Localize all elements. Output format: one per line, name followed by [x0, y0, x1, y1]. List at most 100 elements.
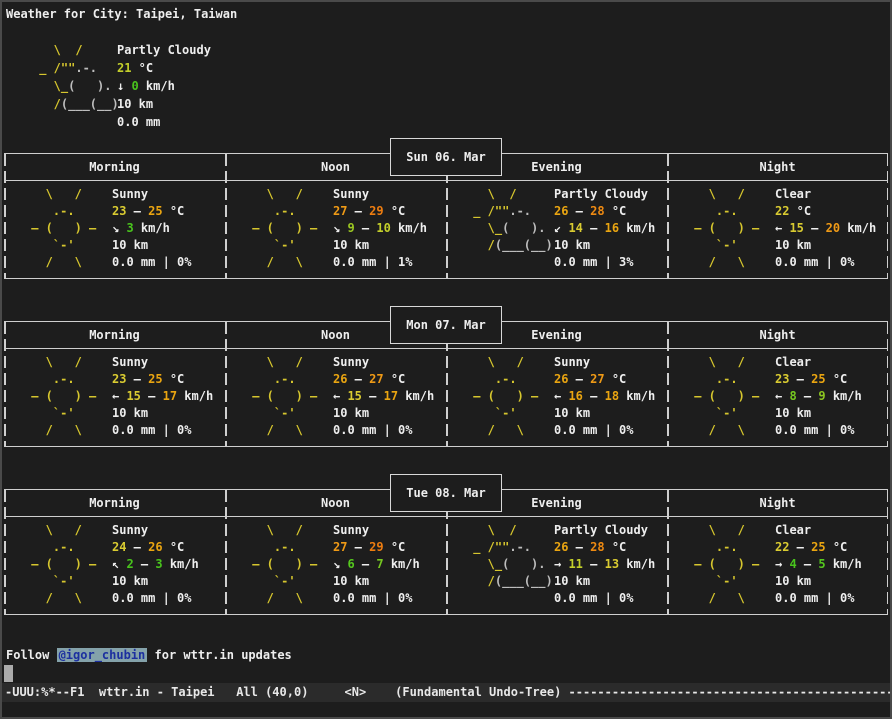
- forecast-cell-evening: \ / _ /"".-. \_( ). /(___(__) Partly Clo…: [446, 517, 667, 614]
- text-segment: Clear: [775, 523, 811, 537]
- text-segment: –: [126, 204, 148, 218]
- text-segment: .-.: [245, 204, 296, 218]
- twitter-handle[interactable]: @igor_chubin: [57, 648, 148, 662]
- sunny-icon: \ / .-. ― ( ) ― `-' / \: [245, 186, 333, 271]
- text-segment: ― ( ) ―: [245, 389, 317, 403]
- text-segment: / \: [687, 255, 745, 269]
- text-segment: Partly Cloudy: [554, 187, 648, 201]
- text-segment: _ /"": [32, 61, 75, 75]
- sunny-icon: \ / .-. ― ( ) ― `-' / \: [245, 354, 333, 439]
- partly-cloudy-icon: \ / _ /"".-. \_( ). /(___(__): [466, 186, 554, 271]
- text-segment: Sunny: [112, 355, 148, 369]
- text-segment: –: [797, 557, 819, 571]
- text-segment: \ /: [24, 187, 82, 201]
- text-segment: 9: [818, 389, 825, 403]
- detail-line: ↘ 6 – 7 km/h: [333, 556, 420, 573]
- text-segment: 17: [163, 389, 177, 403]
- text-segment: –: [141, 389, 163, 403]
- text-segment: ― ( ) ―: [687, 389, 759, 403]
- weather-details: Sunny26 – 27 °C← 16 – 18 km/h10 km0.0 mm…: [554, 354, 655, 439]
- text-segment: –: [789, 540, 811, 554]
- text-segment: .-.: [24, 540, 75, 554]
- emacs-modeline: -UUU:%*--F1 wttr.in - Taipei All (40,0) …: [2, 683, 890, 702]
- text-segment: / \: [687, 591, 745, 605]
- text-segment: ( ).: [502, 557, 545, 571]
- text-segment: Clear: [775, 187, 811, 201]
- detail-line: Clear: [775, 186, 876, 203]
- text-segment: 26: [333, 372, 347, 386]
- date-label: Tue 08. Mar: [406, 486, 485, 500]
- text-segment: .-.: [24, 372, 75, 386]
- detail-line: Sunny: [333, 354, 434, 371]
- detail-line: 0.0 mm | 0%: [333, 422, 434, 439]
- detail-line: Partly Cloudy: [554, 186, 655, 203]
- forecast-days: Sun 06. Mar MorningNoonEveningNight \ / …: [4, 138, 888, 615]
- text-segment: \_: [466, 221, 502, 235]
- text-segment: ― ( ) ―: [24, 557, 96, 571]
- forecast-cell-evening: \ / .-. ― ( ) ― `-' / \Sunny26 – 27 °C← …: [446, 349, 667, 446]
- text-segment: →: [775, 557, 789, 571]
- detail-line: 10 km: [775, 237, 876, 254]
- sunny-icon: \ / .-. ― ( ) ― `-' / \: [687, 522, 775, 607]
- text-segment: 20: [826, 221, 840, 235]
- partly-cloudy-icon: \ / _ /"".-. \_( ). /(___(__): [32, 41, 117, 131]
- text-segment: 15: [789, 221, 803, 235]
- text-segment: /: [32, 97, 61, 111]
- forecast-cell-night: \ / .-. ― ( ) ― `-' / \Clear22 – 25 °C→ …: [667, 517, 888, 614]
- text-segment: ←: [775, 221, 789, 235]
- text-segment: 25: [148, 372, 162, 386]
- detail-line: 10 km: [775, 405, 862, 422]
- text-segment: _ /"": [466, 204, 509, 218]
- weather-details: Sunny23 – 25 °C↘ 3 km/h10 km0.0 mm | 0%: [112, 186, 191, 271]
- weather-details: Sunny27 – 29 °C↘ 6 – 7 km/h10 km0.0 mm |…: [333, 522, 420, 607]
- text-segment: `-': [245, 574, 296, 588]
- text-segment: `-': [687, 406, 738, 420]
- text-segment: 0.0 mm | 0%: [112, 423, 191, 437]
- text-segment: 25: [811, 372, 825, 386]
- detail-line: 0.0 mm | 3%: [554, 254, 655, 271]
- text-segment: .-.: [466, 372, 517, 386]
- text-segment: ( ).: [68, 79, 111, 93]
- text-segment: 5: [818, 557, 825, 571]
- text-segment: km/h: [619, 389, 655, 403]
- text-segment: km/h: [134, 221, 170, 235]
- sunny-icon: \ / .-. ― ( ) ― `-' / \: [24, 186, 112, 271]
- text-segment: 10 km: [333, 574, 369, 588]
- detail-line: 10 km: [112, 573, 199, 590]
- text-segment: \_: [32, 79, 68, 93]
- detail-line: Sunny: [333, 186, 427, 203]
- text-segment: 15: [347, 389, 361, 403]
- detail-line: ← 15 – 20 km/h: [775, 220, 876, 237]
- text-segment: 24: [112, 540, 126, 554]
- text-segment: °C: [384, 204, 406, 218]
- text-segment: –: [568, 204, 590, 218]
- text-segment: ― ( ) ―: [687, 557, 759, 571]
- text-segment: –: [583, 389, 605, 403]
- detail-line: 0.0 mm | 0%: [112, 254, 191, 271]
- text-segment: 25: [811, 540, 825, 554]
- text-segment: –: [347, 540, 369, 554]
- text-segment: 27: [369, 372, 383, 386]
- text-segment: °C: [605, 372, 627, 386]
- detail-line: → 11 – 13 km/h: [554, 556, 655, 573]
- text-segment: 0.0 mm | 0%: [775, 591, 854, 605]
- text-segment: –: [347, 204, 369, 218]
- text-segment: 2: [126, 557, 133, 571]
- table-vertical-divider: [225, 154, 227, 278]
- text-segment: km/h: [619, 557, 655, 571]
- detail-line: 0.0 mm | 0%: [775, 422, 862, 439]
- detail-line: 10 km: [554, 237, 655, 254]
- forecast-cell-noon: \ / .-. ― ( ) ― `-' / \Sunny27 – 29 °C↘ …: [225, 517, 446, 614]
- text-segment: ↙: [554, 221, 568, 235]
- page-title: Weather for City: Taipei, Taiwan: [6, 5, 888, 23]
- detail-line: 22 – 25 °C: [775, 539, 862, 556]
- detail-line: ← 16 – 18 km/h: [554, 388, 655, 405]
- text-segment: ― ( ) ―: [687, 221, 759, 235]
- date-label: Sun 06. Mar: [406, 150, 485, 164]
- footer-prefix: Follow: [6, 648, 57, 662]
- text-segment: .-.: [75, 61, 97, 75]
- text-segment: km/h: [840, 221, 876, 235]
- text-segment: / \: [24, 255, 82, 269]
- text-segment: ←: [554, 389, 568, 403]
- text-segment: Sunny: [333, 355, 369, 369]
